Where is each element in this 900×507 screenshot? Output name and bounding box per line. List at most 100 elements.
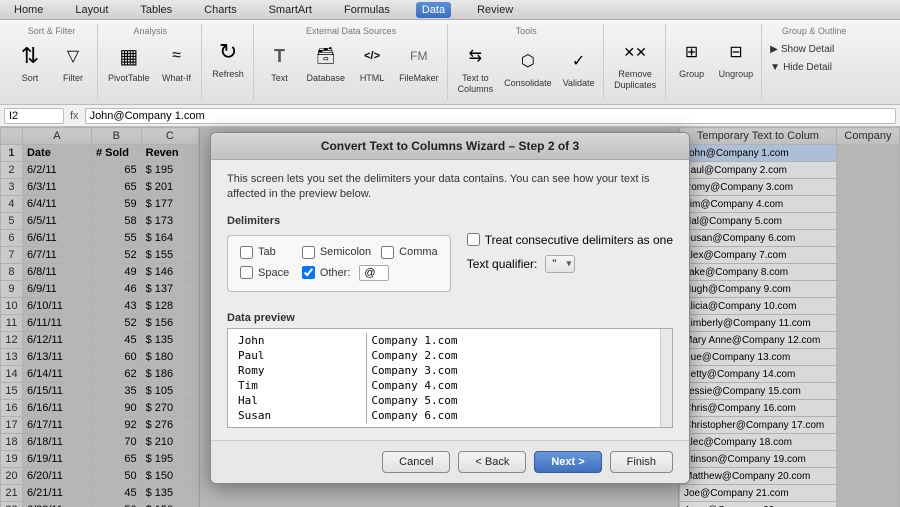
menu-data[interactable]: Data [416, 2, 451, 18]
toolbar-group-refresh: ↻ Refresh [204, 24, 254, 100]
show-detail-label: Show Detail [781, 44, 834, 55]
preview-col2: Company 1.com [367, 333, 654, 348]
formula-bar: I2 fx John@Company 1.com [0, 105, 900, 127]
validate-label: Validate [563, 78, 595, 89]
dialog-titlebar: Convert Text to Columns Wizard – Step 2 … [211, 133, 689, 160]
show-detail-icon: ▶ [770, 44, 778, 55]
ungroup-icon: ⊟ [720, 36, 752, 68]
filemaker-label: FileMaker [399, 73, 439, 84]
group-icon: ⊞ [676, 36, 708, 68]
menu-smartart[interactable]: SmartArt [263, 2, 318, 18]
tab-checkbox[interactable] [240, 246, 253, 259]
treat-consecutive-checkbox[interactable] [467, 233, 480, 246]
cancel-button[interactable]: Cancel [382, 451, 450, 473]
semicolon-label: Semicolon [320, 246, 371, 258]
treat-consecutive-label: Treat consecutive delimiters as one [485, 233, 673, 247]
other-checkbox-item: Other: [302, 265, 438, 281]
preview-col1: John [234, 333, 367, 348]
menu-formulas[interactable]: Formulas [338, 2, 396, 18]
validate-button[interactable]: ✓ Validate [559, 43, 599, 91]
delimiters-header: Delimiters [227, 215, 451, 227]
toolbar-group-remove-dup: ✕✕ RemoveDuplicates [606, 24, 666, 100]
filemaker-button[interactable]: FM FileMaker [395, 38, 443, 86]
other-input[interactable] [359, 265, 389, 281]
toolbar-group-group: ⊞ Group ⊟ Ungroup [668, 24, 763, 100]
consolidate-icon: ⬡ [512, 45, 544, 77]
database-button[interactable]: 🗃 Database [303, 38, 350, 86]
tab-checkbox-item: Tab [240, 246, 292, 259]
delimiters-box: Tab Semicolon Comma [227, 235, 451, 292]
what-if-icon: ≈ [161, 40, 193, 72]
what-if-button[interactable]: ≈ What-If [157, 38, 197, 86]
filemaker-icon: FM [403, 40, 435, 72]
pivot-icon: ▦ [113, 40, 145, 72]
menu-charts[interactable]: Charts [198, 2, 242, 18]
external-label: External Data Sources [260, 26, 443, 36]
delimiters-left: Delimiters Tab Semicolon [227, 215, 451, 302]
semicolon-checkbox[interactable] [302, 246, 315, 259]
what-if-label: What-If [162, 73, 191, 84]
hide-detail-icon: ▼ [770, 62, 780, 73]
pivot-label: PivotTable [108, 73, 150, 84]
space-label: Space [258, 267, 289, 279]
comma-checkbox[interactable] [381, 246, 394, 259]
html-icon: </> [356, 40, 388, 72]
preview-col2: Company 5.com [367, 393, 654, 408]
analysis-label: Analysis [104, 26, 197, 36]
preview-col1: Susan [234, 408, 367, 423]
preview-scrollbar[interactable] [660, 329, 672, 427]
group-label: Group [679, 69, 704, 80]
database-label: Database [307, 73, 346, 84]
html-button[interactable]: </> HTML [352, 38, 392, 86]
text-button[interactable]: T Text [260, 38, 300, 86]
menu-tables[interactable]: Tables [134, 2, 178, 18]
text-to-columns-dialog: Convert Text to Columns Wizard – Step 2 … [210, 132, 690, 484]
refresh-icon: ↻ [212, 36, 244, 68]
preview-col2: Company 4.com [367, 378, 654, 393]
remove-dup-icon: ✕✕ [619, 36, 651, 68]
preview-section: Data preview John Company 1.com Paul Com… [227, 312, 673, 428]
formula-input[interactable]: John@Company 1.com [85, 108, 896, 124]
preview-col1: Tim [234, 378, 367, 393]
show-detail-button[interactable]: ▶ Show Detail [768, 42, 860, 57]
menu-review[interactable]: Review [471, 2, 519, 18]
html-label: HTML [360, 73, 385, 84]
qualifier-wrapper: " [545, 255, 575, 273]
hide-detail-label: Hide Detail [783, 62, 832, 73]
space-checkbox[interactable] [240, 266, 253, 279]
outline-label: Group & Outline [768, 26, 860, 36]
preview-col1: Paul [234, 348, 367, 363]
remove-duplicates-button[interactable]: ✕✕ RemoveDuplicates [610, 34, 661, 93]
back-button[interactable]: < Back [458, 451, 526, 473]
preview-table: John Company 1.com Paul Company 2.com Ro… [234, 333, 654, 423]
preview-col1: Romy [234, 363, 367, 378]
finish-button[interactable]: Finish [610, 451, 673, 473]
toolbar-group-outline: Group & Outline ▶ Show Detail ▼ Hide Det… [764, 24, 864, 100]
hide-detail-button[interactable]: ▼ Hide Detail [768, 60, 860, 75]
filter-button[interactable]: ▽ Filter [53, 38, 93, 86]
ungroup-button[interactable]: ⊟ Ungroup [715, 34, 758, 82]
other-checkbox[interactable] [302, 266, 315, 279]
pivot-table-button[interactable]: ▦ PivotTable [104, 38, 154, 86]
next-button[interactable]: Next > [534, 451, 601, 473]
dialog-overlay: Convert Text to Columns Wizard – Step 2 … [0, 127, 900, 507]
menu-home[interactable]: Home [8, 2, 49, 18]
text-to-columns-button[interactable]: ⇆ Text toColumns [454, 38, 498, 97]
menu-bar: Home Layout Tables Charts SmartArt Formu… [0, 0, 900, 20]
refresh-button[interactable]: ↻ Refresh [208, 34, 249, 82]
consolidate-button[interactable]: ⬡ Consolidate [500, 43, 556, 91]
cell-reference[interactable]: I2 [4, 108, 64, 124]
qualifier-select[interactable]: " [545, 255, 575, 273]
delimiters-right: Treat consecutive delimiters as one Text… [467, 215, 673, 302]
group-button[interactable]: ⊞ Group [672, 34, 712, 82]
filter-icon: ▽ [57, 40, 89, 72]
toolbar-group-sort-filter: Sort & Filter ⇅ Sort ▽ Filter [6, 24, 98, 100]
dialog-footer: Cancel < Back Next > Finish [211, 440, 689, 483]
menu-layout[interactable]: Layout [69, 2, 114, 18]
sort-filter-label: Sort & Filter [10, 26, 93, 36]
sort-icon: ⇅ [14, 40, 46, 72]
preview-col2: Company 3.com [367, 363, 654, 378]
sort-button[interactable]: ⇅ Sort [10, 38, 50, 86]
qualifier-label: Text qualifier: [467, 257, 538, 271]
sort-label: Sort [22, 73, 39, 84]
